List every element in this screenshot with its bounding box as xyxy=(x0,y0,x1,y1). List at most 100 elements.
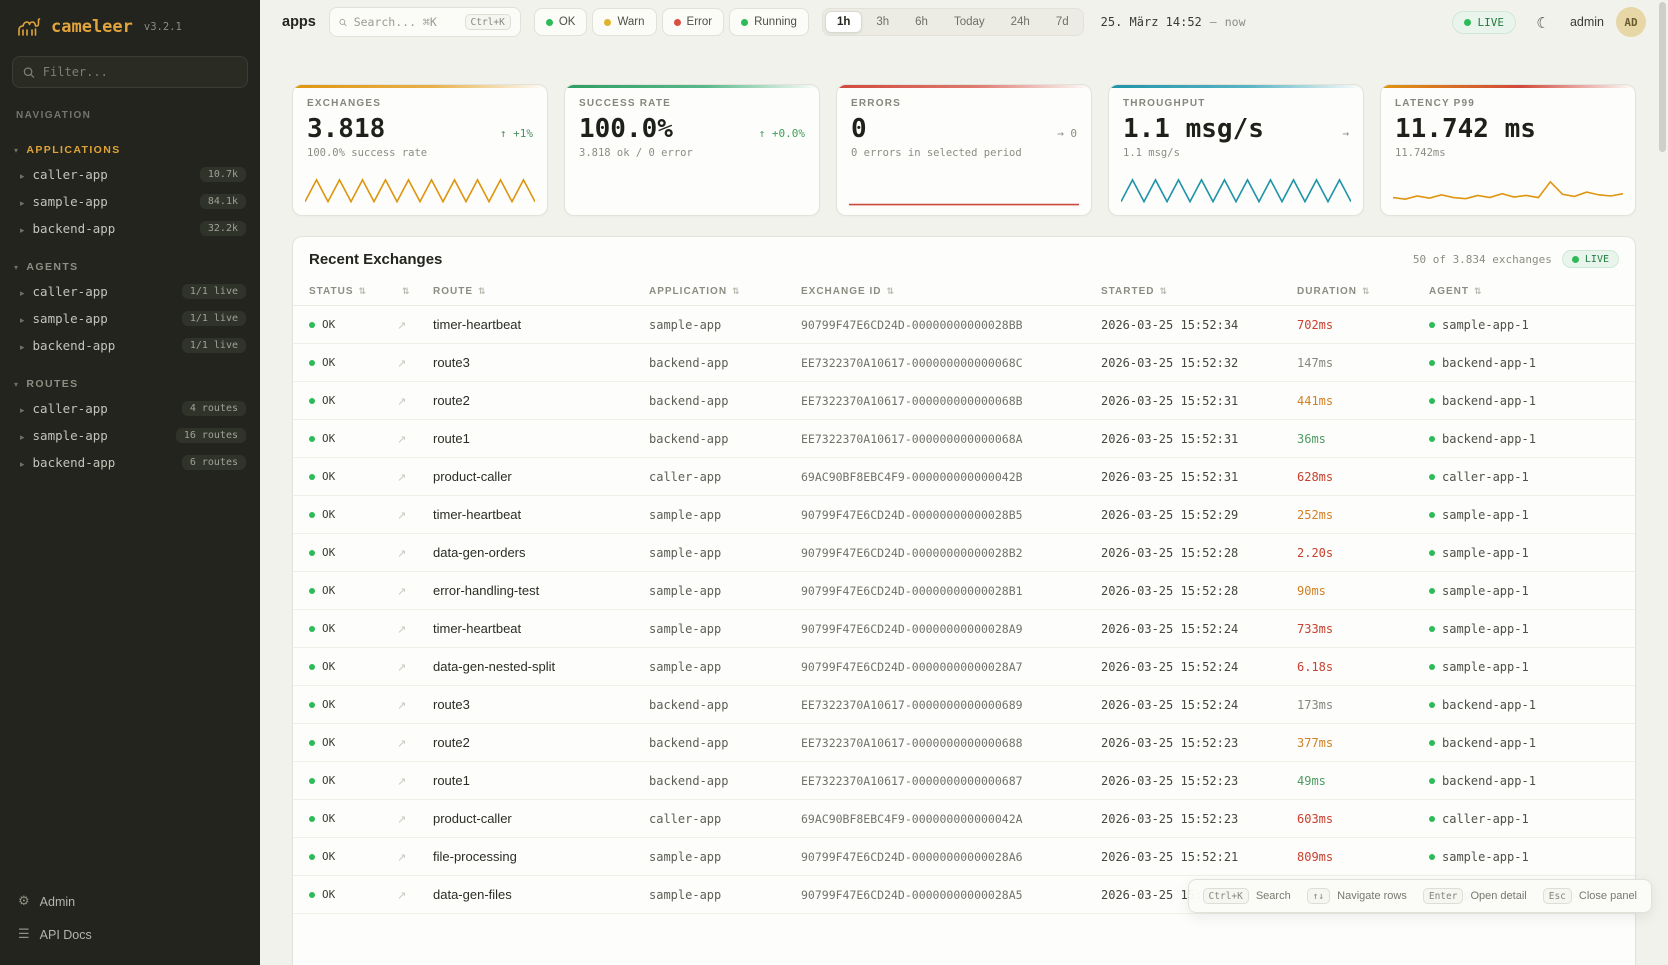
table-row[interactable]: OK data-gen-orders sample-app 90799F47E6… xyxy=(293,534,1635,572)
chevron-right-icon xyxy=(20,338,25,353)
sidebar-filter-input[interactable] xyxy=(43,65,237,79)
sidebar-item-badge: 1/1 live xyxy=(182,338,246,353)
column-label: ROUTE xyxy=(433,286,473,297)
open-exchange-icon[interactable] xyxy=(397,431,406,446)
global-search-input[interactable] xyxy=(354,15,458,29)
open-exchange-icon[interactable] xyxy=(397,393,406,408)
sidebar-item-application[interactable]: backend-app 32.2k xyxy=(0,215,260,242)
column-header[interactable]: STARTED xyxy=(1091,278,1287,306)
sort-icon[interactable] xyxy=(1154,286,1168,297)
column-label: APPLICATION xyxy=(649,286,727,297)
table-row[interactable]: OK route1 backend-app EE7322370A10617-00… xyxy=(293,762,1635,800)
open-exchange-icon[interactable] xyxy=(397,545,406,560)
open-exchange-icon[interactable] xyxy=(397,735,406,750)
panel-live-badge[interactable]: LIVE xyxy=(1562,250,1619,268)
avatar[interactable]: AD xyxy=(1616,7,1646,37)
sparkline-chart xyxy=(849,174,1079,208)
status-filter-chip[interactable]: Running xyxy=(729,8,809,36)
column-header[interactable]: STATUS xyxy=(293,278,387,306)
table-row[interactable]: OK route1 backend-app EE7322370A10617-00… xyxy=(293,420,1635,458)
section-header-agents[interactable]: AGENTS xyxy=(0,256,260,278)
app-logo[interactable]: cameleer v3.2.1 xyxy=(0,0,260,48)
sort-icon[interactable] xyxy=(1357,286,1371,297)
section-header-routes[interactable]: ROUTES xyxy=(0,373,260,395)
time-range-button[interactable]: Today xyxy=(942,11,997,33)
row-started: 2026-03-25 15:52:29 xyxy=(1091,496,1287,534)
time-range-button[interactable]: 3h xyxy=(864,11,901,33)
open-exchange-icon[interactable] xyxy=(397,621,406,636)
table-row[interactable]: OK product-caller caller-app 69AC90BF8EB… xyxy=(293,458,1635,496)
row-status: OK xyxy=(322,622,335,635)
row-application: sample-app xyxy=(639,838,791,876)
sidebar-item-agent[interactable]: sample-app 1/1 live xyxy=(0,305,260,332)
open-exchange-icon[interactable] xyxy=(397,583,406,598)
agent-dot xyxy=(1429,702,1435,708)
column-header[interactable]: APPLICATION xyxy=(639,278,791,306)
sort-icon[interactable] xyxy=(881,286,895,297)
sidebar-item-application[interactable]: caller-app 10.7k xyxy=(0,161,260,188)
open-exchange-icon[interactable] xyxy=(397,317,406,332)
row-agent: sample-app-1 xyxy=(1442,318,1529,332)
status-ok-dot xyxy=(309,892,315,898)
status-filter-chip[interactable]: Error xyxy=(662,8,725,36)
sort-icon[interactable] xyxy=(397,286,411,297)
date-range-display[interactable]: 25. März 14:52 — now xyxy=(1101,15,1246,29)
time-range-button[interactable]: 1h xyxy=(825,11,862,33)
row-application: backend-app xyxy=(639,762,791,800)
column-header[interactable]: ROUTE xyxy=(423,278,639,306)
sort-icon[interactable] xyxy=(473,286,487,297)
column-header[interactable] xyxy=(387,278,423,306)
sidebar-item-route[interactable]: caller-app 4 routes xyxy=(0,395,260,422)
open-exchange-icon[interactable] xyxy=(397,469,406,484)
table-row[interactable]: OK data-gen-nested-split sample-app 9079… xyxy=(293,648,1635,686)
open-exchange-icon[interactable] xyxy=(397,811,406,826)
sidebar-item-agent[interactable]: backend-app 1/1 live xyxy=(0,332,260,359)
time-range-button[interactable]: 24h xyxy=(999,11,1042,33)
open-exchange-icon[interactable] xyxy=(397,697,406,712)
open-exchange-icon[interactable] xyxy=(397,507,406,522)
status-filter-chip[interactable]: OK xyxy=(534,8,588,36)
time-range-button[interactable]: 7d xyxy=(1044,11,1081,33)
status-dot xyxy=(674,19,681,26)
open-exchange-icon[interactable] xyxy=(397,773,406,788)
live-toggle[interactable]: LIVE xyxy=(1452,11,1516,34)
sort-icon[interactable] xyxy=(354,286,368,297)
sidebar-item-admin[interactable]: Admin xyxy=(0,885,260,918)
sidebar-item-api-docs[interactable]: API Docs xyxy=(0,918,260,951)
row-started: 2026-03-25 15:52:31 xyxy=(1091,420,1287,458)
scrollbar-thumb[interactable] xyxy=(1659,2,1666,152)
table-row[interactable]: OK product-caller caller-app 69AC90BF8EB… xyxy=(293,800,1635,838)
open-exchange-icon[interactable] xyxy=(397,849,406,864)
sidebar-item-route[interactable]: backend-app 6 routes xyxy=(0,449,260,476)
sidebar-item-agent[interactable]: caller-app 1/1 live xyxy=(0,278,260,305)
section-header-applications[interactable]: APPLICATIONS xyxy=(0,139,260,161)
column-header[interactable]: EXCHANGE ID xyxy=(791,278,1091,306)
table-row[interactable]: OK route3 backend-app EE7322370A10617-00… xyxy=(293,686,1635,724)
sort-icon[interactable] xyxy=(727,286,741,297)
table-row[interactable]: OK timer-heartbeat sample-app 90799F47E6… xyxy=(293,496,1635,534)
table-row[interactable]: OK route3 backend-app EE7322370A10617-00… xyxy=(293,344,1635,382)
row-started: 2026-03-25 15:52:21 xyxy=(1091,838,1287,876)
row-exchange-id: EE7322370A10617-000000000000068B xyxy=(791,382,1091,420)
table-row[interactable]: OK timer-heartbeat sample-app 90799F47E6… xyxy=(293,610,1635,648)
sort-icon[interactable] xyxy=(1469,286,1483,297)
sidebar-item-route[interactable]: sample-app 16 routes xyxy=(0,422,260,449)
status-filter-chip[interactable]: Warn xyxy=(592,8,656,36)
column-header[interactable]: DURATION xyxy=(1287,278,1419,306)
card-title: SUCCESS RATE xyxy=(579,98,805,109)
sidebar-item-application[interactable]: sample-app 84.1k xyxy=(0,188,260,215)
dark-mode-toggle[interactable] xyxy=(1528,7,1558,37)
open-exchange-icon[interactable] xyxy=(397,887,406,902)
sidebar-item-label: caller-app xyxy=(33,284,108,299)
table-row[interactable]: OK error-handling-test sample-app 90799F… xyxy=(293,572,1635,610)
open-exchange-icon[interactable] xyxy=(397,659,406,674)
table-row[interactable]: OK route2 backend-app EE7322370A10617-00… xyxy=(293,724,1635,762)
open-exchange-icon[interactable] xyxy=(397,355,406,370)
table-row[interactable]: OK file-processing sample-app 90799F47E6… xyxy=(293,838,1635,876)
column-header[interactable]: AGENT xyxy=(1419,278,1635,306)
status-ok-dot xyxy=(309,398,315,404)
table-row[interactable]: OK route2 backend-app EE7322370A10617-00… xyxy=(293,382,1635,420)
shortcut-label: Search xyxy=(1256,890,1291,902)
table-row[interactable]: OK timer-heartbeat sample-app 90799F47E6… xyxy=(293,306,1635,344)
time-range-button[interactable]: 6h xyxy=(903,11,940,33)
